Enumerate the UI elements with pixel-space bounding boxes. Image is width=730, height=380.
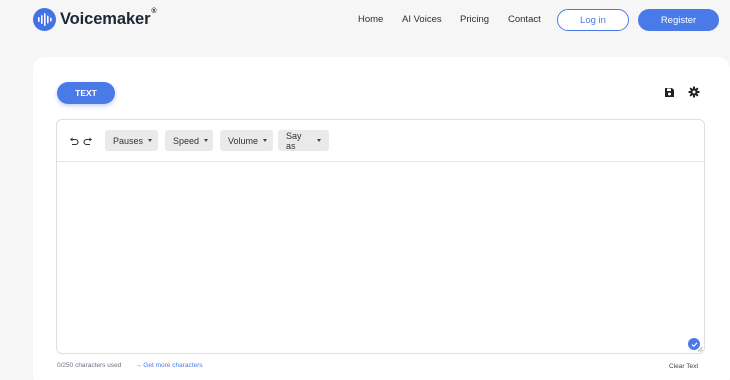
editor-toolbar: Pauses Speed Volume Say as bbox=[57, 120, 704, 162]
speed-dropdown[interactable]: Speed bbox=[165, 130, 213, 151]
register-button[interactable]: Register bbox=[638, 9, 719, 31]
text-input-area[interactable] bbox=[57, 163, 704, 353]
pauses-label: Pauses bbox=[113, 135, 144, 146]
caret-down-icon bbox=[263, 139, 268, 142]
clear-text-button[interactable]: Clear Text bbox=[669, 363, 698, 370]
logo[interactable]: Voicemaker® bbox=[33, 8, 157, 31]
nav-ai-voices[interactable]: AI Voices bbox=[402, 14, 442, 25]
soundwave-logo-icon bbox=[33, 8, 56, 31]
text-editor: Pauses Speed Volume Say as bbox=[56, 119, 705, 354]
say-as-label: Say as bbox=[286, 130, 302, 151]
caret-down-icon bbox=[148, 139, 153, 142]
speed-label: Speed bbox=[173, 135, 200, 146]
say-as-dropdown[interactable]: Say as bbox=[278, 130, 329, 151]
caret-down-icon bbox=[204, 139, 209, 142]
site-header: Voicemaker® Home AI Voices Pricing Conta… bbox=[0, 0, 730, 40]
nav-pricing[interactable]: Pricing bbox=[460, 14, 489, 25]
resize-handle-icon[interactable] bbox=[697, 346, 703, 352]
redo-icon[interactable] bbox=[81, 134, 95, 148]
tab-text[interactable]: TEXT bbox=[57, 82, 115, 104]
pauses-dropdown[interactable]: Pauses bbox=[105, 130, 158, 151]
brand-name: Voicemaker® bbox=[60, 8, 157, 28]
volume-dropdown[interactable]: Volume bbox=[220, 130, 273, 151]
editor-card: TEXT Pauses Speed Volume Say as 0/250 ch… bbox=[33, 57, 730, 380]
get-more-characters-link[interactable]: → Get more characters bbox=[135, 362, 203, 369]
volume-label: Volume bbox=[228, 135, 259, 146]
nav-home[interactable]: Home bbox=[358, 14, 383, 25]
login-button[interactable]: Log in bbox=[557, 9, 629, 31]
gear-icon[interactable] bbox=[687, 85, 701, 99]
save-icon[interactable] bbox=[662, 85, 676, 99]
nav-contact[interactable]: Contact bbox=[508, 14, 541, 25]
caret-down-icon bbox=[317, 139, 321, 142]
undo-icon[interactable] bbox=[67, 134, 81, 148]
character-count: 0/250 characters used bbox=[57, 362, 122, 369]
